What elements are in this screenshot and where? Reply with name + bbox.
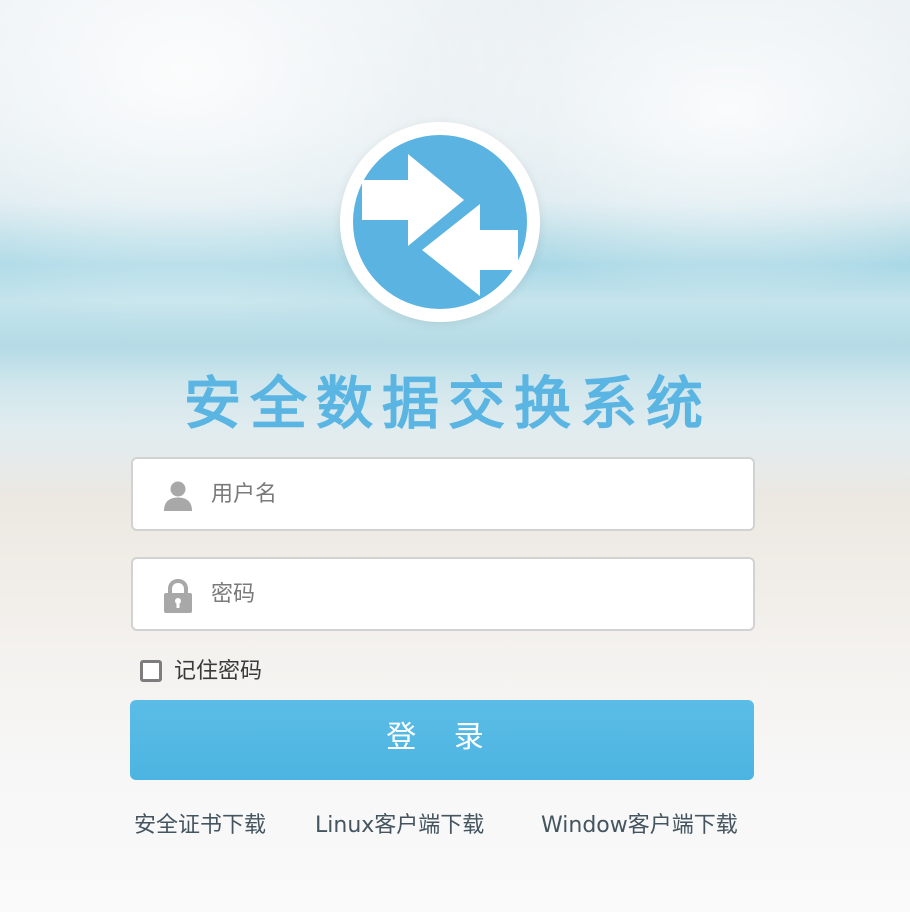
- linux-client-download-link[interactable]: Linux客户端下载: [315, 806, 484, 846]
- lock-icon: [161, 578, 195, 613]
- page-title: 安全数据交换系统: [184, 371, 712, 437]
- password-input[interactable]: [211, 559, 741, 629]
- login-button[interactable]: 登 录: [130, 700, 754, 780]
- exchange-arrows-icon: [351, 133, 529, 311]
- windows-client-download-link[interactable]: Window客户端下载: [541, 806, 738, 846]
- download-links: 安全证书下载 Linux客户端下载 Window客户端下载: [0, 806, 910, 846]
- username-input[interactable]: [211, 459, 741, 529]
- remember-password[interactable]: 记住密码: [140, 652, 262, 686]
- user-icon: [161, 479, 195, 513]
- cert-download-link[interactable]: 安全证书下载: [134, 806, 266, 846]
- remember-label[interactable]: 记住密码: [174, 653, 262, 685]
- username-field[interactable]: [131, 457, 755, 531]
- app-logo: [340, 122, 540, 322]
- password-field[interactable]: [131, 557, 755, 631]
- remember-checkbox[interactable]: [140, 660, 162, 682]
